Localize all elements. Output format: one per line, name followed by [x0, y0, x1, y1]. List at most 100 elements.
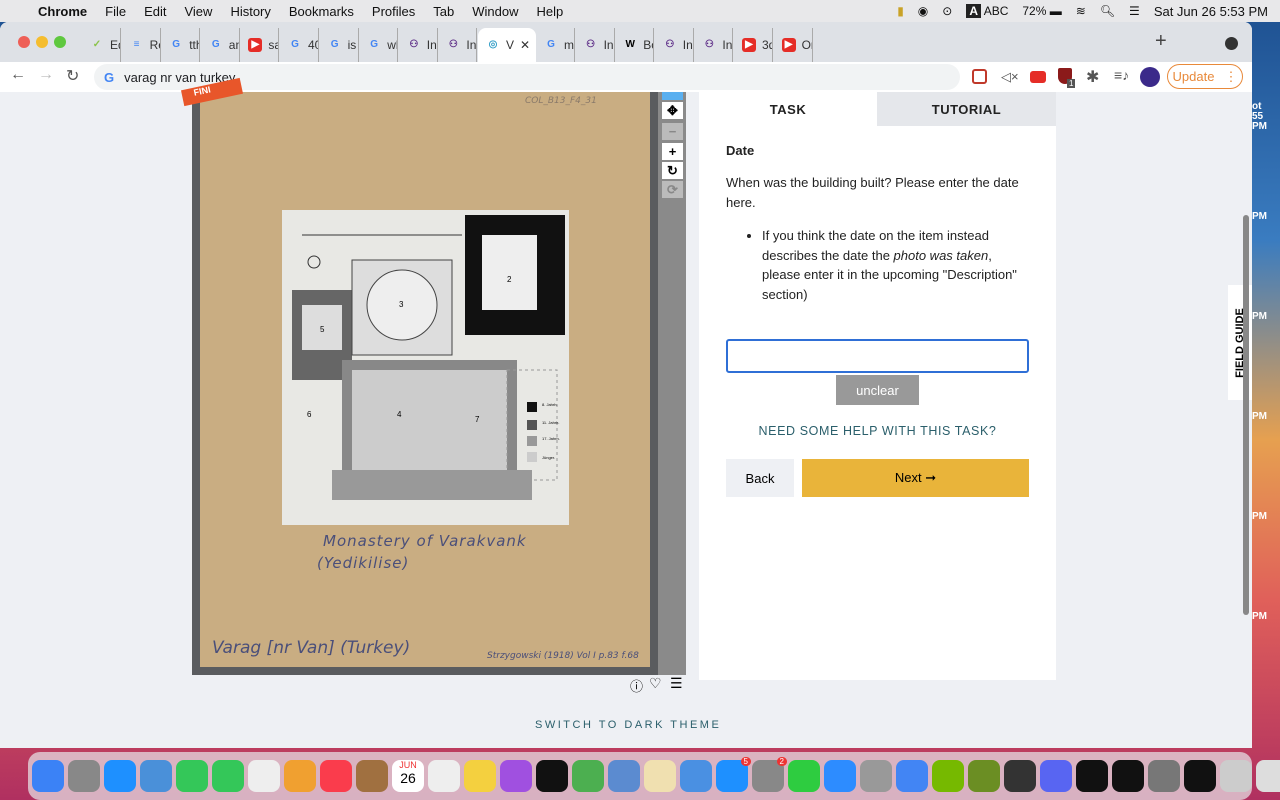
- dock-app-icon[interactable]: [860, 760, 892, 792]
- wifi-icon[interactable]: ≋: [1076, 4, 1086, 18]
- forward-icon[interactable]: →: [38, 66, 54, 84]
- zoom-window-button[interactable]: [54, 36, 66, 48]
- close-tab-icon[interactable]: ✕: [520, 38, 530, 52]
- browser-tab[interactable]: Gis Al: [320, 28, 359, 62]
- spotlight-icon[interactable]: 🔍︎: [1100, 4, 1115, 18]
- zoom-in-icon[interactable]: +: [662, 143, 683, 160]
- dock-app-icon[interactable]: [1148, 760, 1180, 792]
- page-scrollbar[interactable]: [1243, 215, 1249, 615]
- dock-app-icon[interactable]: [1256, 760, 1280, 792]
- browser-tab[interactable]: Gmon: [536, 28, 575, 62]
- info-icon[interactable]: ⓘ: [630, 676, 643, 695]
- browser-tab[interactable]: ▶ Orig: [774, 28, 813, 62]
- menu-edit[interactable]: Edit: [144, 4, 166, 19]
- minimize-window-button[interactable]: [36, 36, 48, 48]
- dock-app-icon[interactable]: [176, 760, 208, 792]
- browser-tab[interactable]: ⚇ Inne: [438, 28, 478, 62]
- tab-tutorial[interactable]: TUTORIAL: [877, 92, 1056, 126]
- dock-app-icon[interactable]: [1220, 760, 1252, 792]
- new-tab-button[interactable]: +: [1155, 30, 1167, 53]
- browser-tab[interactable]: ≡ Resu: [122, 28, 161, 62]
- menu-window[interactable]: Window: [472, 4, 518, 19]
- dock-app-icon[interactable]: 2: [752, 757, 787, 792]
- date-input[interactable]: [726, 339, 1029, 373]
- control-center-icon[interactable]: ☰: [1129, 4, 1140, 18]
- collections-list-icon[interactable]: ☰: [670, 675, 683, 692]
- dock-app-icon[interactable]: [356, 760, 388, 792]
- dock-app-icon[interactable]: [1004, 760, 1036, 792]
- dock-app-icon[interactable]: [248, 760, 280, 792]
- shield-icon[interactable]: ▮: [897, 4, 904, 18]
- browser-tab[interactable]: Ganti r: [201, 28, 240, 62]
- dock-app-icon[interactable]: [1112, 760, 1144, 792]
- tab-search-icon[interactable]: [1225, 37, 1238, 50]
- update-button[interactable]: Update ⋮: [1167, 64, 1243, 89]
- tab-task[interactable]: TASK: [699, 92, 877, 126]
- dock-app-icon[interactable]: [68, 760, 100, 792]
- browser-tab[interactable]: Gtth p: [161, 28, 201, 62]
- browser-tab[interactable]: ⚇ Inne: [694, 28, 734, 62]
- youtube-extension-icon[interactable]: [1030, 71, 1046, 83]
- dock-app-icon[interactable]: [284, 760, 316, 792]
- dock-app-icon[interactable]: [644, 760, 676, 792]
- annotate-tool[interactable]: [662, 92, 683, 100]
- menu-bookmarks[interactable]: Bookmarks: [289, 4, 354, 19]
- browser-tab[interactable]: ◎ V ✕: [478, 28, 536, 62]
- browser-tab[interactable]: ▶ 3d O: [734, 28, 773, 62]
- help-link[interactable]: NEED SOME HELP WITH THIS TASK?: [699, 424, 1056, 438]
- browser-tab[interactable]: Gwhat: [359, 28, 399, 62]
- browser-tab[interactable]: ▶ sad l: [240, 28, 280, 62]
- move-icon[interactable]: ✥: [662, 102, 683, 119]
- dock-app-icon[interactable]: [464, 760, 496, 792]
- dock-app-icon[interactable]: [536, 760, 568, 792]
- dock-app-icon[interactable]: [680, 760, 712, 792]
- dock-app-icon[interactable]: [824, 760, 856, 792]
- subject-viewer[interactable]: FINI COL_B13_F4_31 2 3 4 5 6 7 8. Jahrh.…: [180, 77, 686, 675]
- dock-app-icon[interactable]: [140, 760, 172, 792]
- dock-app-icon[interactable]: [968, 760, 1000, 792]
- dock-app-icon[interactable]: [932, 760, 964, 792]
- menu-app[interactable]: Chrome: [38, 4, 87, 19]
- browser-tab[interactable]: ⚇ Inne: [655, 28, 694, 62]
- battery[interactable]: 72% ▬: [1022, 4, 1061, 18]
- profile-avatar[interactable]: [1140, 67, 1160, 87]
- reload-icon[interactable]: ↻: [66, 66, 79, 86]
- next-button[interactable]: Next ➞: [802, 459, 1029, 497]
- back-icon[interactable]: ←: [10, 66, 26, 84]
- dark-theme-toggle[interactable]: SWITCH TO DARK THEME: [535, 719, 721, 731]
- dock-app-icon[interactable]: 5: [716, 757, 751, 792]
- browser-tab[interactable]: ⚇ Inne: [399, 28, 438, 62]
- dock-app-icon[interactable]: [212, 760, 244, 792]
- zoom-out-icon[interactable]: −: [662, 123, 683, 140]
- menu-profiles[interactable]: Profiles: [372, 4, 415, 19]
- dock-app-icon[interactable]: [428, 760, 460, 792]
- clock[interactable]: Sat Jun 26 5:53 PM: [1154, 4, 1268, 19]
- browser-tab[interactable]: ✓ Editi: [82, 28, 121, 62]
- rotate-icon[interactable]: ↻: [662, 162, 683, 179]
- dock-app-icon[interactable]: [1076, 760, 1108, 792]
- dock-app-icon[interactable]: [1040, 760, 1072, 792]
- close-window-button[interactable]: [18, 36, 30, 48]
- play-icon[interactable]: ⊙: [942, 4, 952, 18]
- browser-tab[interactable]: W Bong: [615, 28, 655, 62]
- dock-app-icon[interactable]: [32, 760, 64, 792]
- dock-app-icon[interactable]: [896, 760, 928, 792]
- dock-app-icon[interactable]: [572, 760, 604, 792]
- dock-app-icon[interactable]: [320, 760, 352, 792]
- menu-view[interactable]: View: [184, 4, 212, 19]
- browser-tab[interactable]: G 40%: [280, 28, 319, 62]
- dock-app-icon[interactable]: [1184, 760, 1216, 792]
- unclear-button[interactable]: unclear: [836, 375, 919, 405]
- extension-icon[interactable]: [972, 69, 987, 84]
- back-button[interactable]: Back: [726, 459, 794, 497]
- menu-file[interactable]: File: [105, 4, 126, 19]
- input-source[interactable]: A ABC: [966, 4, 1008, 18]
- media-icon[interactable]: ≡♪: [1114, 67, 1129, 83]
- mute-icon[interactable]: ◁×: [1001, 69, 1019, 85]
- dock-app-icon[interactable]: [608, 760, 640, 792]
- menu-tab[interactable]: Tab: [433, 4, 454, 19]
- dock-app-icon[interactable]: [104, 760, 136, 792]
- menu-help[interactable]: Help: [537, 4, 564, 19]
- extensions-icon[interactable]: ✱: [1086, 67, 1099, 87]
- dock-app-icon[interactable]: [500, 760, 532, 792]
